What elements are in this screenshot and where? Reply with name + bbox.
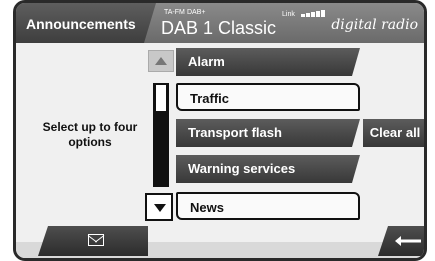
clear-all-button[interactable]: Clear all [363, 119, 424, 147]
ta-fm-indicator: TA-FM [164, 9, 185, 16]
header-bar: Announcements TA-FM DAB+ DAB 1 Classic L… [16, 3, 424, 43]
option-warning-services[interactable]: Warning services [176, 155, 360, 183]
scrollbar-track[interactable] [153, 83, 169, 187]
option-label: Traffic [190, 91, 230, 106]
option-label: Warning services [188, 161, 296, 176]
station-name: DAB 1 Classic [161, 18, 277, 38]
signal-strength-icon [301, 10, 325, 17]
link-label: Link [282, 11, 295, 18]
page-title: Announcements [26, 16, 136, 32]
dab-indicator: DAB+ [187, 9, 206, 16]
option-alarm[interactable]: Alarm [176, 48, 360, 76]
scroll-down-button[interactable] [145, 193, 173, 221]
message-button[interactable] [38, 226, 148, 256]
scroll-up-button[interactable] [148, 50, 174, 72]
envelope-icon [88, 234, 104, 246]
return-arrow-icon [395, 236, 421, 246]
digital-radio-logo: digital radio [331, 17, 418, 33]
option-label: News [190, 200, 224, 215]
instruction-text: Select up to four options [42, 120, 138, 149]
back-button[interactable] [378, 226, 424, 256]
screen-frame: Announcements TA-FM DAB+ DAB 1 Classic L… [13, 0, 427, 261]
scrollbar-thumb[interactable] [156, 85, 166, 111]
option-label: Alarm [188, 54, 225, 69]
option-news[interactable]: News [176, 192, 360, 220]
option-traffic[interactable]: Traffic [176, 83, 360, 111]
option-label: Transport flash [188, 125, 282, 140]
option-transport-flash[interactable]: Transport flash [176, 119, 360, 147]
